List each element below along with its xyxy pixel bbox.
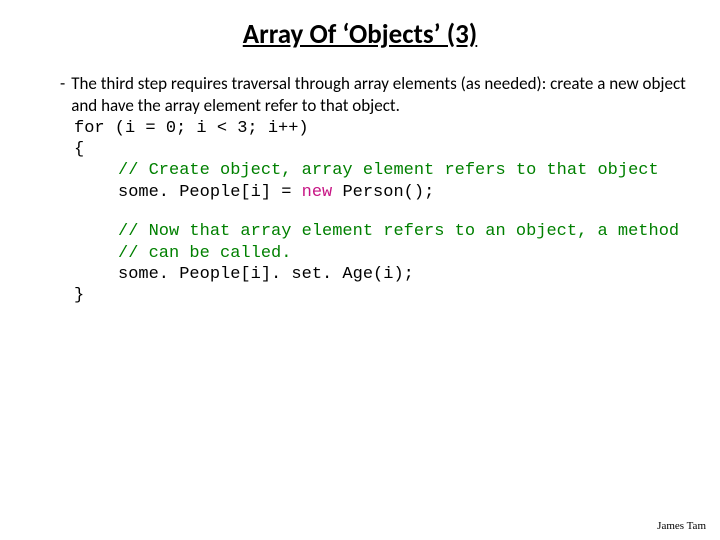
code-for-line: for (i = 0; i < 3; i++) (60, 118, 690, 139)
footer-author: James Tam (657, 520, 706, 532)
code-close-brace: } (60, 285, 690, 306)
slide-title: Array Of ‘Objects’ (3) (20, 18, 700, 51)
bullet-item: - The third step requires traversal thro… (60, 73, 690, 117)
bullet-dash: - (60, 73, 65, 117)
code-comment-2a: // Now that array element refers to an o… (118, 222, 679, 241)
slide-content: - The third step requires traversal thro… (20, 73, 700, 307)
code-open-brace: { (60, 139, 690, 160)
code-statement-2: some. People[i]. set. Age(i); (60, 264, 690, 285)
code-comment-2b: // can be called. (118, 244, 291, 263)
code-block: for (i = 0; i < 3; i++) { // Create obje… (60, 118, 690, 307)
bullet-text: The third step requires traversal throug… (71, 73, 690, 117)
code-comment-1: // Create object, array element refers t… (118, 161, 659, 180)
keyword-new: new (302, 183, 333, 202)
code-statement-1: some. People[i] = new Person(); (60, 182, 690, 203)
